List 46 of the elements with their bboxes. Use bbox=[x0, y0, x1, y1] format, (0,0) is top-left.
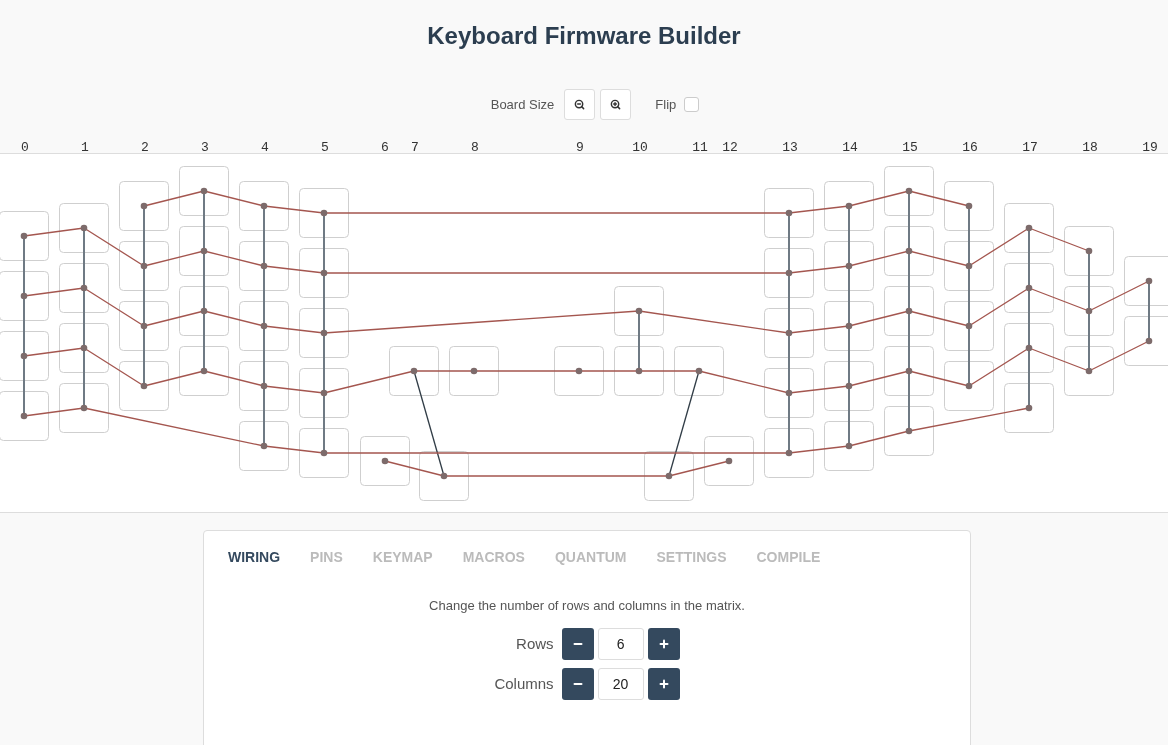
column-number: 7 bbox=[411, 139, 419, 157]
column-number: 4 bbox=[261, 139, 269, 157]
zoom-out-button[interactable] bbox=[564, 89, 596, 120]
tab[interactable]: COMPILE bbox=[756, 547, 821, 567]
column-number: 12 bbox=[722, 139, 738, 157]
column-number: 14 bbox=[842, 139, 858, 157]
column-number: 11 bbox=[692, 139, 708, 157]
field-label: Rows bbox=[516, 633, 554, 654]
zoom-out-icon bbox=[574, 99, 586, 110]
column-number: 16 bbox=[962, 139, 978, 157]
column-number: 2 bbox=[141, 139, 149, 157]
zoom-in-button[interactable] bbox=[600, 89, 632, 120]
tab[interactable]: KEYMAP bbox=[372, 547, 433, 567]
decrease-button[interactable] bbox=[561, 668, 594, 700]
column-number: 8 bbox=[471, 139, 479, 157]
column-number: 5 bbox=[321, 139, 329, 157]
tab[interactable]: QUANTUM bbox=[554, 547, 627, 567]
tab[interactable]: MACROS bbox=[462, 547, 525, 567]
column-number: 1 bbox=[81, 139, 89, 157]
field-label: Columns bbox=[494, 673, 554, 694]
flip-label: Flip bbox=[655, 95, 677, 114]
wiring-description: Change the number of rows and columns in the matrix. bbox=[429, 597, 745, 615]
column-number: 3 bbox=[201, 139, 209, 157]
column-number: 9 bbox=[576, 139, 584, 157]
column-number: 13 bbox=[782, 139, 798, 157]
board-size-label: Board Size bbox=[490, 95, 555, 114]
increase-button[interactable] bbox=[647, 628, 680, 660]
increase-button[interactable] bbox=[647, 668, 680, 700]
flip-checkbox[interactable] bbox=[684, 97, 700, 112]
plus-icon bbox=[657, 638, 670, 650]
number-field[interactable]: 20 bbox=[597, 668, 644, 700]
page-title: Keyboard Firmware Builder bbox=[427, 21, 741, 51]
column-number: 6 bbox=[381, 139, 389, 157]
decrease-button[interactable] bbox=[561, 628, 594, 660]
zoom-in-icon bbox=[610, 99, 622, 110]
tab[interactable]: SETTINGS bbox=[656, 547, 727, 567]
tab[interactable]: PINS bbox=[310, 547, 343, 567]
column-number: 18 bbox=[1082, 139, 1098, 157]
column-number: 17 bbox=[1022, 139, 1038, 157]
column-number: 0 bbox=[21, 139, 29, 157]
column-number: 15 bbox=[902, 139, 918, 157]
plus-icon bbox=[657, 678, 670, 690]
column-number: 19 bbox=[1142, 139, 1158, 157]
number-field[interactable]: 6 bbox=[597, 628, 644, 660]
column-number: 10 bbox=[632, 139, 648, 157]
tab[interactable]: WIRING bbox=[228, 547, 281, 567]
